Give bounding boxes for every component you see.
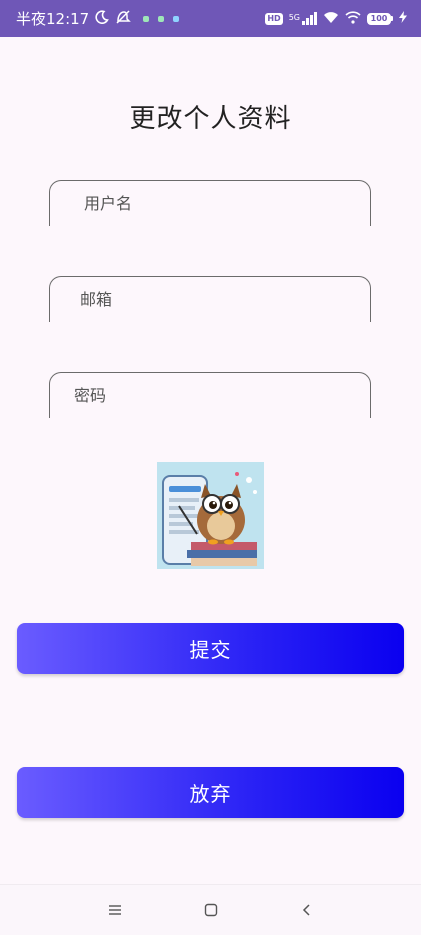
status-bar: 半夜12:17 HD 5G 100 [0,0,421,37]
signal-icon [302,12,317,25]
notification-dot-icon [143,15,150,22]
username-input[interactable] [84,181,370,226]
owl-illustration [157,462,264,569]
home-square-icon[interactable] [200,899,222,921]
back-chevron-icon[interactable] [296,899,318,921]
menu-icon[interactable] [104,899,126,921]
navigation-bar [0,884,421,935]
password-field[interactable] [49,372,371,418]
page-title: 更改个人资料 [129,104,292,134]
email-input[interactable] [80,277,370,322]
battery-level: 100 [367,12,391,25]
do-not-disturb-icon [115,9,132,29]
submit-button[interactable]: 提交 [17,623,404,674]
battery-icon: 100 [367,12,393,25]
cancel-button[interactable]: 放弃 [17,767,404,818]
notification-dot-icon [173,15,180,22]
notification-dot-icon [158,15,165,22]
network-type: 5G [288,12,300,22]
password-input[interactable] [74,373,370,418]
status-time: 半夜12:17 [16,10,90,28]
moon-icon [95,9,110,28]
hd-badge: HD [265,12,283,25]
avatar-image[interactable] [157,462,264,569]
username-field[interactable] [49,180,371,226]
status-left: 半夜12:17 [16,8,180,29]
email-field[interactable] [49,276,371,322]
profile-edit-screen: 半夜12:17 HD 5G 100 更改个人资料 用户名 邮箱 提交 放弃 [0,0,421,935]
charging-icon [399,11,407,26]
wifi-icon [345,10,361,27]
status-right: HD 5G 100 [265,10,407,27]
notification-dots [143,15,180,22]
wifi-icon [323,11,339,27]
